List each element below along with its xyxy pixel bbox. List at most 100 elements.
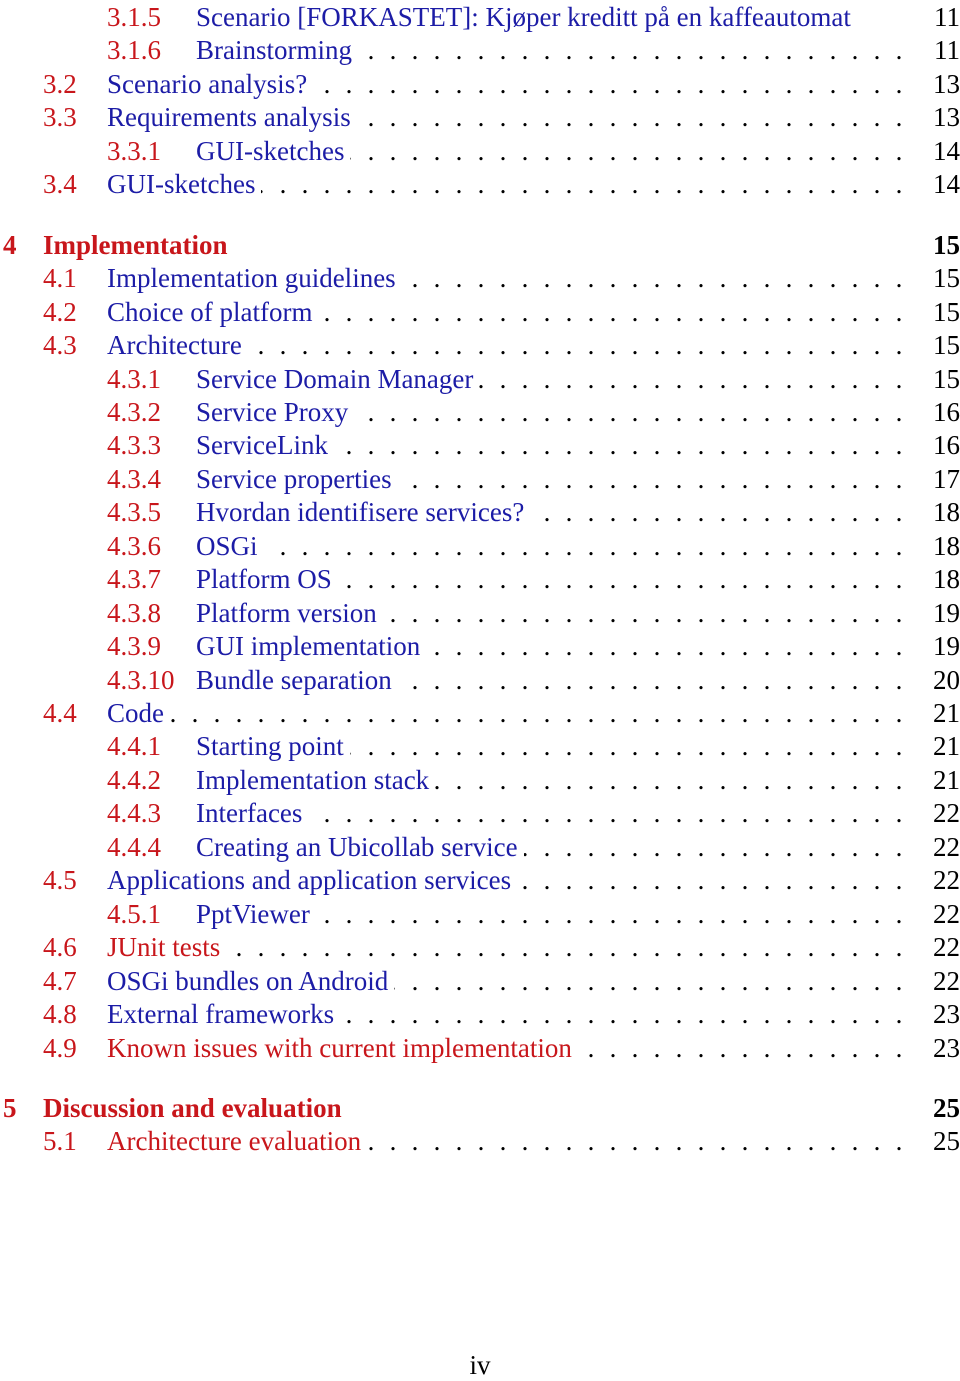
section-title-link[interactable]: OSGi bundles on Android	[107, 963, 395, 998]
toc-chapter-entry[interactable]: 5 Discussion and evaluation 25	[0, 1090, 960, 1125]
section-title-link[interactable]: Known issues with current implementation	[107, 1030, 578, 1065]
dot-leader: ........................................…	[107, 932, 903, 963]
section-title-link[interactable]: Interfaces	[196, 796, 309, 831]
section-title-link[interactable]: GUI implementation	[196, 629, 427, 664]
section-title-link[interactable]: Code	[107, 696, 170, 730]
page-number: 15	[933, 296, 960, 327]
section-number: 4.3.5	[107, 497, 161, 528]
section-title-link[interactable]: Bundle separation	[196, 662, 398, 697]
toc-entry[interactable]: 4.3.4...................................…	[0, 461, 960, 496]
page-number: 13	[933, 68, 960, 99]
section-number: 4.9	[43, 1032, 77, 1063]
toc-entry[interactable]: 4.3.....................................…	[0, 328, 960, 363]
toc-entry[interactable]: 4.3.2...................................…	[0, 394, 960, 429]
section-title-link[interactable]: Applications and application services	[107, 863, 518, 898]
toc-entry[interactable]: 4.3.10..................................…	[0, 662, 960, 697]
section-number: 4.4.1	[107, 731, 161, 762]
section-title-link[interactable]: Hvordan identifisere services?	[196, 495, 531, 530]
page-number: 15	[933, 229, 960, 260]
section-number: 4.4.2	[107, 764, 161, 795]
toc-entry[interactable]: 4.4.2...................................…	[0, 762, 960, 797]
section-number: 4.4.3	[107, 798, 161, 829]
page-number: 11	[934, 2, 960, 32]
toc-entry[interactable]: 4.4.4...................................…	[0, 829, 960, 864]
section-number: 3.4	[43, 169, 77, 200]
section-title-link[interactable]: Architecture evaluation	[107, 1124, 368, 1159]
section-title-link[interactable]: Creating an Ubicollab service	[196, 829, 524, 864]
toc-entry[interactable]: 3.1.6...................................…	[0, 33, 960, 68]
toc-entry[interactable]: 4.7.....................................…	[0, 963, 960, 998]
section-title-link[interactable]: Requirements analysis	[107, 100, 357, 135]
toc-entry[interactable]: 3.4.....................................…	[0, 167, 960, 202]
section-title-link[interactable]: Starting point	[196, 729, 350, 764]
page-number: 22	[933, 898, 960, 929]
section-number: 4.6	[43, 932, 77, 963]
toc-entry[interactable]: 4.6.....................................…	[0, 930, 960, 965]
page-number: 18	[933, 497, 960, 528]
section-title-link[interactable]: Platform version	[196, 595, 383, 630]
dot-leader: ........................................…	[107, 698, 903, 728]
page-number: 18	[933, 564, 960, 595]
page-number: 25	[933, 1092, 960, 1123]
toc-entry[interactable]: 4.4.3...................................…	[0, 796, 960, 831]
toc-chapter-entry[interactable]: 4 Implementation 15	[0, 227, 960, 262]
section-title-link[interactable]: OSGi	[196, 528, 264, 563]
toc-entry[interactable]: 4.5.....................................…	[0, 863, 960, 898]
toc-entry[interactable]: 4.4.....................................…	[0, 696, 960, 730]
toc-entry[interactable]: 4.1.....................................…	[0, 261, 960, 296]
page-number: 19	[933, 597, 960, 628]
toc-entry[interactable]: 4.3.9...................................…	[0, 629, 960, 664]
toc-entry[interactable]: 4.3.8...................................…	[0, 595, 960, 630]
section-title-link[interactable]: Implementation	[43, 227, 234, 262]
section-title-link[interactable]: Service properties	[196, 461, 398, 496]
page-number: 21	[933, 731, 960, 762]
toc-entry[interactable]: 4.3.7...................................…	[0, 562, 960, 597]
section-title-link[interactable]: Service Proxy	[196, 394, 355, 429]
page-number: 11	[934, 35, 960, 66]
section-title-link[interactable]: GUI-sketches	[196, 133, 351, 168]
section-title-link[interactable]: Discussion and evaluation	[43, 1090, 348, 1125]
toc-entry[interactable]: 4.3.6...................................…	[0, 528, 960, 563]
section-title-link[interactable]: PptViewer	[196, 896, 316, 931]
page-number: 15	[933, 363, 960, 394]
toc-entry[interactable]: 3.2.....................................…	[0, 66, 960, 101]
section-number: 5	[3, 1092, 17, 1123]
toc-entry[interactable]: 3.3.1...................................…	[0, 133, 960, 168]
section-number: 4.3	[43, 330, 77, 361]
toc-entry[interactable]: 3.3.....................................…	[0, 100, 960, 135]
toc-entry[interactable]: 4.2.....................................…	[0, 294, 960, 329]
section-title-link[interactable]: JUnit tests	[107, 930, 227, 965]
section-number: 5.1	[43, 1126, 77, 1157]
toc-entry[interactable]: 4.3.5...................................…	[0, 495, 960, 530]
section-title-link[interactable]: Implementation guidelines	[107, 261, 402, 296]
page-number: 16	[933, 396, 960, 427]
toc-entry[interactable]: 4.5.1...................................…	[0, 896, 960, 931]
section-title-link[interactable]: Architecture	[107, 328, 248, 363]
toc-entry[interactable]: 4.8.....................................…	[0, 997, 960, 1032]
section-title-link[interactable]: External frameworks	[107, 997, 341, 1032]
section-number: 4.4	[43, 698, 77, 728]
section-number: 4.3.6	[107, 530, 161, 561]
page-number: 18	[933, 530, 960, 561]
section-title-link[interactable]: Choice of platform	[107, 294, 319, 329]
section-title-link[interactable]: Service Domain Manager	[196, 361, 480, 396]
toc-entry[interactable]: 4.4.1...................................…	[0, 729, 960, 764]
section-title-link[interactable]: Platform OS	[196, 562, 338, 597]
toc-entry[interactable]: 4.9.....................................…	[0, 1030, 960, 1065]
section-title-link[interactable]: Scenario [FORKASTET]: Kjøper kreditt på …	[196, 0, 857, 34]
toc-entry[interactable]: 5.1.....................................…	[0, 1124, 960, 1159]
section-title-link[interactable]: Brainstorming	[196, 33, 358, 68]
section-number: 4.3.9	[107, 631, 161, 662]
section-title-link[interactable]: Scenario analysis?	[107, 66, 314, 101]
toc-entry[interactable]: 4.3.3...................................…	[0, 428, 960, 463]
toc-entry[interactable]: 4.3.1...................................…	[0, 361, 960, 396]
toc-entry[interactable]: 3.1.5 Scenario [FORKASTET]: Kjøper kredit…	[0, 0, 960, 34]
page-number: 19	[933, 631, 960, 662]
section-title-link[interactable]: ServiceLink	[196, 428, 334, 463]
section-title-link[interactable]: GUI-sketches	[107, 167, 262, 202]
page-number: 22	[933, 831, 960, 862]
section-title-link[interactable]: Implementation stack	[196, 762, 436, 797]
page-number: 22	[933, 932, 960, 963]
section-number: 4.3.7	[107, 564, 161, 595]
section-number: 4.4.4	[107, 831, 161, 862]
